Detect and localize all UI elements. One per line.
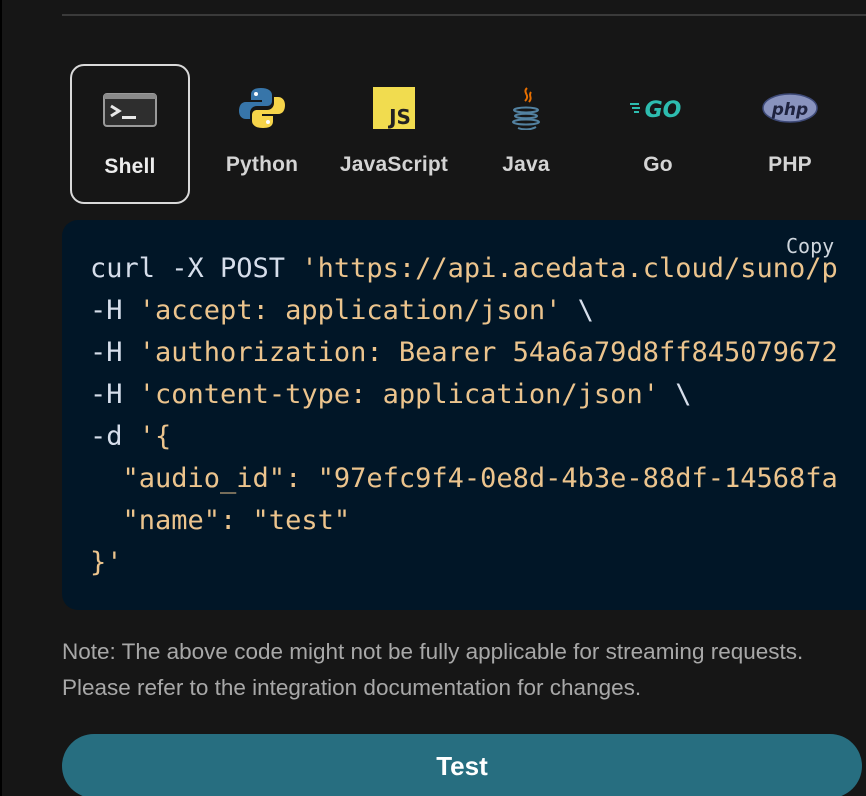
code-token: "name": "test" — [90, 505, 351, 536]
code-line: "audio_id": "97efc9f4-0e8d-4b3e-88df-145… — [90, 458, 838, 500]
tab-javascript[interactable]: JS JavaScript — [334, 64, 454, 204]
code-token: 'https://api.acedata.cloud/suno/p — [301, 253, 838, 284]
tab-label: Shell — [104, 155, 156, 178]
go-icon: GO — [630, 86, 686, 130]
tab-java[interactable]: Java — [466, 64, 586, 204]
code-token: -H — [90, 295, 139, 326]
code-line: curl -X POST 'https://api.acedata.cloud/… — [90, 248, 838, 290]
code-line: -d '{ — [90, 416, 838, 458]
code-token: "audio_id": "97efc9f4-0e8d-4b3e-88df-145… — [90, 463, 838, 494]
code-content: curl -X POST 'https://api.acedata.cloud/… — [90, 248, 838, 584]
code-token: -d — [90, 421, 139, 452]
code-token: \ — [658, 379, 692, 410]
code-token: -H — [90, 379, 139, 410]
java-icon — [498, 86, 554, 130]
code-token: }' — [90, 547, 123, 578]
code-token: 'accept: application/json' — [138, 295, 562, 326]
test-button[interactable]: Test — [62, 734, 862, 796]
python-icon — [234, 86, 290, 130]
tab-label: JavaScript — [339, 153, 449, 176]
code-line: -H 'authorization: Bearer 54a6a79d8ff845… — [90, 332, 838, 374]
tab-python[interactable]: Python — [202, 64, 322, 204]
code-token: -H — [90, 337, 139, 368]
code-block: Copy curl -X POST 'https://api.acedata.c… — [62, 220, 866, 610]
php-icon: php — [762, 86, 818, 130]
code-token: '{ — [138, 421, 172, 452]
divider — [62, 14, 866, 16]
tab-label: Java — [502, 153, 550, 176]
tab-shell[interactable]: Shell — [70, 64, 190, 204]
code-line: -H 'content-type: application/json' \ — [90, 374, 838, 416]
code-token: 'content-type: application/json' — [138, 379, 659, 410]
tab-label: Go — [643, 153, 673, 176]
javascript-icon: JS — [366, 86, 422, 130]
tab-label: Python — [225, 153, 299, 176]
code-line: }' — [90, 542, 838, 584]
tab-label: PHP — [768, 153, 812, 176]
tab-php[interactable]: php PHP — [730, 64, 850, 204]
api-panel: Shell Python JS JavaScript Java GO Go ph… — [2, 0, 866, 796]
code-token: 'authorization: Bearer 54a6a79d8ff845079… — [138, 337, 838, 368]
svg-text:php: php — [771, 100, 808, 120]
code-token: \ — [561, 295, 594, 326]
terminal-icon — [102, 88, 158, 132]
tab-go[interactable]: GO Go — [598, 64, 718, 204]
svg-text:GO: GO — [645, 98, 682, 123]
code-line: "name": "test" — [90, 500, 838, 542]
code-line: -H 'accept: application/json' \ — [90, 290, 838, 332]
svg-text:JS: JS — [387, 105, 411, 129]
code-token: curl -X POST — [90, 253, 302, 284]
note-text: Note: The above code might not be fully … — [62, 639, 804, 700]
